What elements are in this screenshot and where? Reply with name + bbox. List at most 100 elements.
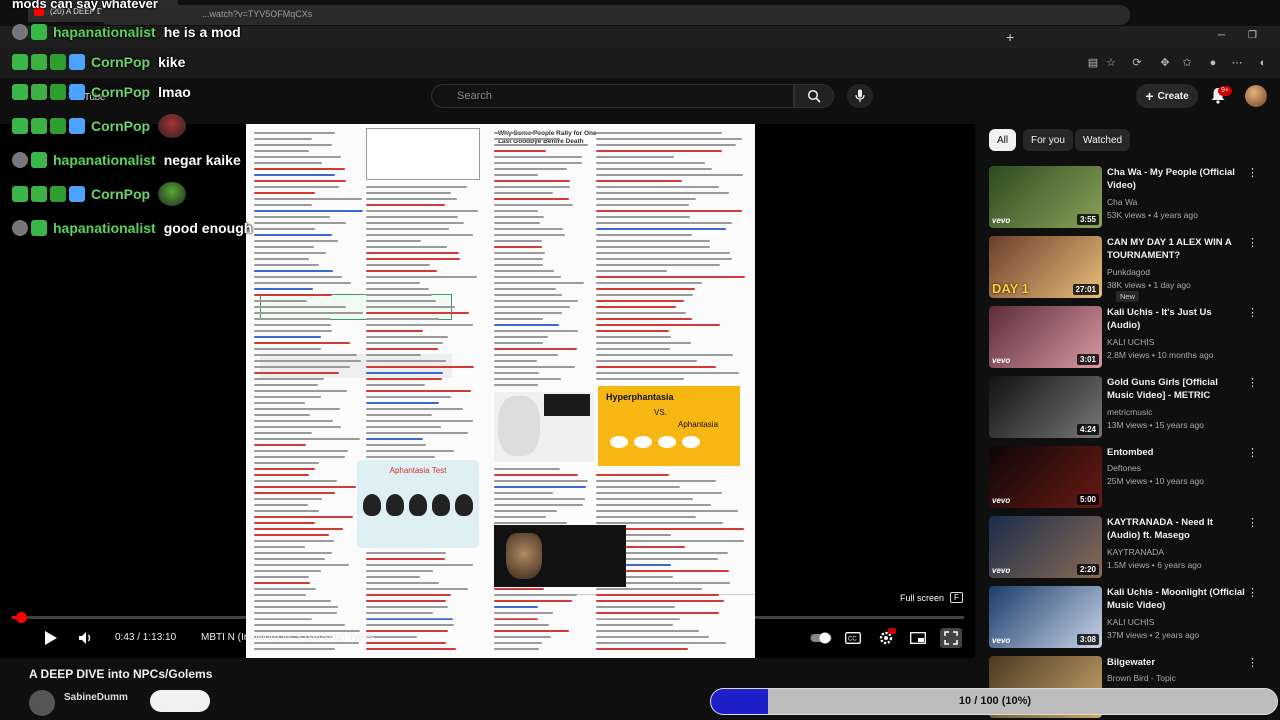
profile-icon[interactable]: ●	[1206, 56, 1220, 70]
video-thumbnail[interactable]: 2:20 vevo	[989, 516, 1102, 578]
recommended-video-channel[interactable]: KAYTRANADA	[1107, 547, 1164, 557]
chat-username[interactable]: hapanationalist	[53, 220, 156, 236]
recommended-video[interactable]: 2:20 vevo KAYTRANADA - Need It (Audio) ft.…	[989, 516, 1264, 580]
recommended-video-title[interactable]: Bilgewater	[1107, 656, 1247, 669]
chat-username[interactable]: CornPop	[91, 84, 150, 100]
settings-button[interactable]	[876, 628, 896, 648]
miniplayer-icon	[910, 632, 926, 644]
subscribe-button[interactable]	[150, 690, 210, 712]
more-icon[interactable]: ⋯	[1230, 56, 1244, 70]
recommended-video-meta: 25M views • 10 years ago	[1107, 476, 1204, 486]
miniplayer-button[interactable]	[908, 628, 928, 648]
voice-search-button[interactable]	[847, 84, 873, 108]
doc-text-line	[596, 372, 739, 374]
filter-chip[interactable]: Watched	[1075, 129, 1131, 151]
recommended-video[interactable]: 4:24 Gold Guns Girls [Official Music Vide…	[989, 376, 1264, 440]
filter-chip[interactable]: All	[989, 129, 1017, 151]
recommended-video-channel[interactable]: Cha Wa	[1107, 197, 1137, 207]
more-actions-icon[interactable]: ⋮	[1247, 586, 1258, 599]
recommended-video-channel[interactable]: Punkdagod	[1107, 267, 1150, 277]
autoplay-icon	[810, 632, 832, 644]
volume-button[interactable]	[76, 628, 96, 648]
more-actions-icon[interactable]: ⋮	[1247, 376, 1258, 389]
hd-badge	[888, 628, 896, 634]
microphone-icon	[855, 89, 865, 102]
fullscreen-button[interactable]	[940, 628, 962, 648]
more-actions-icon[interactable]: ⋮	[1247, 306, 1258, 319]
recommended-video-channel[interactable]: KALI UCHIS	[1107, 337, 1154, 347]
doc-text-line	[596, 210, 742, 212]
recommended-video[interactable]: 27:01 DAY 1 CAN MY DAY 1 ALEX WIN A TOURNA…	[989, 236, 1264, 302]
chapter-title[interactable]: MBTI N (Intuition) vs S (sensing) Types	[201, 632, 375, 643]
doc-text-line	[366, 390, 471, 392]
copilot-icon[interactable]: ◐	[1256, 56, 1270, 70]
chat-username[interactable]: hapanationalist	[53, 24, 156, 40]
video-thumbnail[interactable]: 3:08 vevo	[989, 586, 1102, 648]
doc-text-line	[366, 570, 433, 572]
recommended-video-title[interactable]: Entombed	[1107, 446, 1247, 459]
more-actions-icon[interactable]: ⋮	[1247, 656, 1258, 669]
autoplay-toggle[interactable]	[809, 628, 833, 648]
video-thumbnail[interactable]: 3:55 vevo	[989, 166, 1102, 228]
video-thumbnail[interactable]: 5:00 vevo	[989, 446, 1102, 508]
channel-name[interactable]: SabineDumm	[64, 692, 128, 703]
chat-username[interactable]: CornPop	[91, 54, 150, 70]
video-thumbnail[interactable]: 4:24	[989, 376, 1102, 438]
doc-text-line	[254, 138, 312, 140]
recommended-video-title[interactable]: Kali Uchis - Moonlight (Official Music V…	[1107, 586, 1247, 612]
channel-avatar[interactable]	[29, 690, 55, 716]
doc-text-line	[254, 534, 330, 536]
more-actions-icon[interactable]: ⋮	[1247, 516, 1258, 529]
more-actions-icon[interactable]: ⋮	[1247, 446, 1258, 459]
favorites-bar-icon[interactable]: ✩	[1180, 56, 1194, 70]
play-button[interactable]	[42, 628, 60, 648]
recommended-video-title[interactable]: Gold Guns Girls [Official Music Video] -…	[1107, 376, 1247, 402]
recommended-video-title[interactable]: CAN MY DAY 1 ALEX WIN A TOURNAMENT?	[1107, 236, 1247, 262]
search-input[interactable]: Search	[431, 84, 794, 108]
chat-username[interactable]: CornPop	[91, 118, 150, 134]
favorite-icon[interactable]: ☆	[1104, 56, 1118, 70]
minimize-icon[interactable]: ─	[1218, 30, 1225, 41]
doc-text-line	[494, 498, 586, 500]
chat-username[interactable]: hapanationalist	[53, 152, 156, 168]
new-tab-button[interactable]: +	[1006, 29, 1014, 45]
filter-chip[interactable]: For you	[1023, 129, 1073, 151]
recommended-video[interactable]: 3:01 vevo Kali Uchis - It's Just Us (Audio…	[989, 306, 1264, 370]
doc-text-line	[366, 228, 449, 230]
reader-icon[interactable]: ▤	[1086, 56, 1100, 70]
more-actions-icon[interactable]: ⋮	[1247, 166, 1258, 179]
address-bar[interactable]: ...watch?v=TYV5OFMqCXs	[100, 5, 1130, 25]
puzzle-icon[interactable]: ✥	[1158, 56, 1172, 70]
chat-username[interactable]: CornPop	[91, 186, 150, 202]
doc-text-line	[596, 234, 692, 236]
recommended-video-title[interactable]: Cha Wa - My People (Official Video)	[1107, 166, 1247, 192]
recommended-video-channel[interactable]: KALI UCHIS	[1107, 617, 1154, 627]
recommended-video-channel[interactable]: Deftones	[1107, 463, 1141, 473]
subtitles-button[interactable]: CC	[843, 628, 863, 648]
recommended-video-title[interactable]: KAYTRANADA - Need It (Audio) ft. Masego	[1107, 516, 1247, 542]
video-thumbnail[interactable]: 27:01 DAY 1	[989, 236, 1102, 298]
recommended-video[interactable]: 3:55 vevo Cha Wa - My People (Official Vid…	[989, 166, 1264, 230]
doc-text-line	[254, 444, 306, 446]
recommended-video-title[interactable]: Kali Uchis - It's Just Us (Audio)	[1107, 306, 1247, 332]
recommended-video[interactable]: 5:00 vevo Entombed Deftones 25M views • 10 y…	[989, 446, 1264, 510]
video-thumbnail[interactable]: 3:01 vevo	[989, 306, 1102, 368]
seek-bar[interactable]	[12, 612, 964, 623]
doc-text-line	[494, 168, 568, 170]
account-avatar[interactable]	[1245, 85, 1267, 107]
more-actions-icon[interactable]: ⋮	[1247, 236, 1258, 249]
doc-text-line	[596, 240, 710, 242]
doc-text-line	[366, 198, 458, 200]
doc-text-line	[494, 306, 570, 308]
recommended-video-channel[interactable]: Brown Bird - Topic	[1107, 673, 1176, 683]
doc-text-line	[596, 150, 722, 152]
extensions-icon[interactable]: ⟳	[1130, 56, 1144, 70]
recommended-video[interactable]: 3:08 vevo Kali Uchis - Moonlight (Official…	[989, 586, 1264, 650]
create-button[interactable]: + Create	[1136, 84, 1198, 108]
duration-badge: 3:08	[1076, 634, 1099, 645]
doc-text-line	[366, 594, 452, 596]
recommended-video-channel[interactable]: metricmusic	[1107, 407, 1152, 417]
search-button[interactable]	[794, 84, 834, 108]
restore-icon[interactable]: ❐	[1248, 30, 1257, 41]
doc-figure-box	[366, 128, 480, 180]
